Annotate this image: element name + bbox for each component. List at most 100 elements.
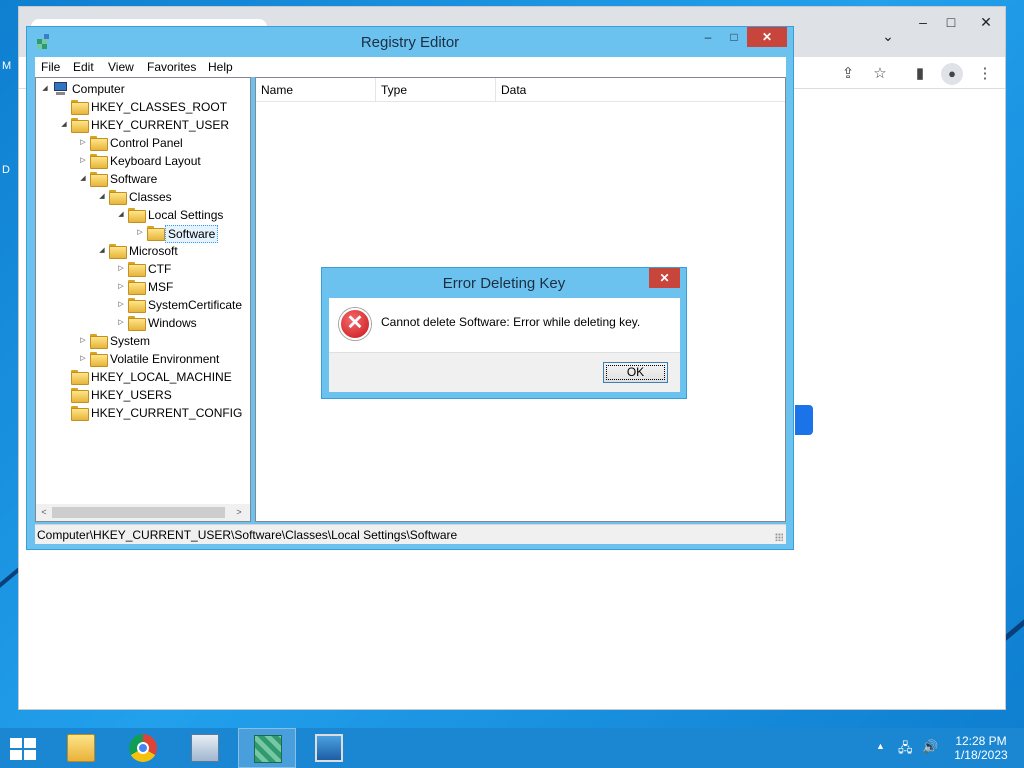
taskbar-file-explorer[interactable]	[52, 728, 110, 768]
taskbar-registry-editor[interactable]	[238, 728, 296, 768]
taskbar-chrome[interactable]	[114, 728, 172, 768]
tree-node-label[interactable]: MSF	[146, 278, 175, 296]
computer-icon	[52, 82, 68, 95]
folder-icon	[90, 136, 108, 151]
menu-view[interactable]: View	[108, 60, 134, 74]
star-icon[interactable]: ☆	[869, 63, 891, 85]
folder-icon	[90, 352, 108, 367]
dialog-title: Error Deleting Key	[442, 275, 566, 292]
title-bar[interactable]: Registry Editor – □ ✕	[27, 27, 793, 57]
minimize-button[interactable]: –	[695, 27, 721, 47]
minimize-button[interactable]: –	[909, 11, 937, 33]
tree-node-label[interactable]: Control Panel	[108, 134, 185, 152]
folder-icon	[147, 226, 165, 241]
expand-arrow-icon[interactable]: ▷	[78, 332, 88, 350]
tree-node-label[interactable]: Microsoft	[127, 242, 180, 260]
tree-node-label[interactable]: Local Settings	[146, 206, 225, 224]
scroll-right-icon[interactable]: >	[232, 505, 246, 519]
collapse-arrow-icon[interactable]: ◢	[97, 188, 107, 206]
menu-bar: File Edit View Favorites Help	[35, 57, 786, 77]
tree-node-label[interactable]: HKEY_CURRENT_CONFIG	[89, 404, 244, 422]
clock[interactable]: 12:28 PM 1/18/2023	[948, 734, 1014, 762]
expand-arrow-icon[interactable]: ▷	[116, 314, 126, 332]
share-icon[interactable]: ⇪	[837, 63, 859, 85]
folder-icon	[128, 280, 146, 295]
tree-node-label[interactable]: HKEY_CURRENT_USER	[89, 116, 231, 134]
expand-arrow-icon[interactable]: ▷	[135, 224, 145, 242]
folder-icon	[128, 262, 146, 277]
collapse-arrow-icon[interactable]: ◢	[78, 170, 88, 188]
folder-icon	[128, 208, 146, 223]
menu-edit[interactable]: Edit	[73, 60, 94, 74]
menu-favorites[interactable]: Favorites	[147, 60, 196, 74]
network-icon[interactable]: 🖧	[898, 739, 913, 768]
folder-icon	[109, 190, 127, 205]
scroll-thumb[interactable]	[52, 507, 225, 518]
expand-arrow-icon[interactable]: ▷	[78, 152, 88, 170]
dialog-close-button[interactable]: ✕	[649, 268, 680, 288]
tree-node-label[interactable]: Keyboard Layout	[108, 152, 203, 170]
horizontal-scrollbar[interactable]: < >	[36, 504, 250, 521]
list-header: Name Type Data	[256, 78, 785, 102]
tree-node-label[interactable]: Software	[165, 225, 219, 243]
column-name[interactable]: Name	[256, 78, 376, 102]
sidebar-icon[interactable]: ▮	[909, 63, 931, 85]
error-icon: ✕	[339, 308, 371, 340]
collapse-arrow-icon[interactable]: ◢	[40, 80, 50, 98]
page-action-button[interactable]	[795, 405, 813, 435]
collapse-arrow-icon[interactable]: ◢	[116, 206, 126, 224]
collapse-arrow-icon[interactable]: ◢	[97, 242, 107, 260]
folder-icon	[128, 316, 146, 331]
status-path: Computer\HKEY_CURRENT_USER\Software\Clas…	[37, 528, 458, 542]
expand-arrow-icon[interactable]: ▷	[78, 350, 88, 368]
profile-icon[interactable]: ●	[941, 63, 963, 85]
desktop-icon-label[interactable]: D	[2, 164, 10, 176]
folder-icon	[90, 154, 108, 169]
show-hidden-icons-icon[interactable]: ▲	[876, 741, 885, 768]
tree-node-label[interactable]: System	[108, 332, 152, 350]
column-type[interactable]: Type	[376, 78, 496, 102]
folder-icon	[90, 172, 108, 187]
folder-icon	[128, 298, 146, 313]
expand-arrow-icon[interactable]: ▷	[116, 260, 126, 278]
taskbar-remote-desktop[interactable]	[300, 728, 358, 768]
kebab-menu-icon[interactable]: ⋮	[974, 63, 996, 85]
menu-file[interactable]: File	[41, 60, 60, 74]
window-title: Registry Editor	[360, 34, 460, 51]
folder-icon	[71, 100, 89, 115]
tree-node-label[interactable]: HKEY_USERS	[89, 386, 174, 404]
tree-node-label[interactable]: CTF	[146, 260, 173, 278]
scroll-left-icon[interactable]: <	[37, 505, 51, 519]
tree-node-label[interactable]: Classes	[127, 188, 174, 206]
ok-button[interactable]: OK	[603, 362, 668, 383]
volume-icon[interactable]: 🔊	[922, 739, 938, 768]
desktop-icon-label[interactable]: M	[2, 60, 11, 72]
expand-arrow-icon[interactable]: ▷	[116, 278, 126, 296]
maximize-button[interactable]: □	[937, 11, 965, 33]
close-button[interactable]: ✕	[972, 11, 1000, 33]
tree-node-label[interactable]: Volatile Environment	[108, 350, 221, 368]
tree-node-label[interactable]: Windows	[146, 314, 199, 332]
registry-tree[interactable]: ◢ Computer HKEY_CLASSES_ROOT ◢ HKEY_CURRENT_…	[35, 77, 251, 522]
tree-node-label[interactable]: Computer	[70, 80, 127, 98]
file-explorer-icon	[67, 734, 95, 762]
tab-search-icon[interactable]: ⌄	[874, 25, 902, 47]
start-button[interactable]	[10, 738, 38, 760]
close-button[interactable]: ✕	[747, 27, 787, 47]
remote-desktop-icon	[315, 734, 343, 762]
column-data[interactable]: Data	[496, 78, 784, 102]
status-bar: Computer\HKEY_CURRENT_USER\Software\Clas…	[35, 524, 786, 544]
resize-grip[interactable]	[775, 533, 783, 541]
expand-arrow-icon[interactable]: ▷	[116, 296, 126, 314]
tree-node-label[interactable]: SystemCertificate	[146, 296, 244, 314]
taskbar: ▲ 🖧 🔊 12:28 PM 1/18/2023	[0, 728, 1024, 768]
taskbar-server-manager[interactable]	[176, 728, 234, 768]
maximize-button[interactable]: □	[721, 27, 747, 47]
menu-help[interactable]: Help	[208, 60, 233, 74]
tree-node-label[interactable]: Software	[108, 170, 159, 188]
tree-node-label[interactable]: HKEY_LOCAL_MACHINE	[89, 368, 234, 386]
expand-arrow-icon[interactable]: ▷	[78, 134, 88, 152]
tree-node-label[interactable]: HKEY_CLASSES_ROOT	[89, 98, 229, 116]
clock-time: 12:28 PM	[955, 734, 1007, 748]
collapse-arrow-icon[interactable]: ◢	[59, 116, 69, 134]
